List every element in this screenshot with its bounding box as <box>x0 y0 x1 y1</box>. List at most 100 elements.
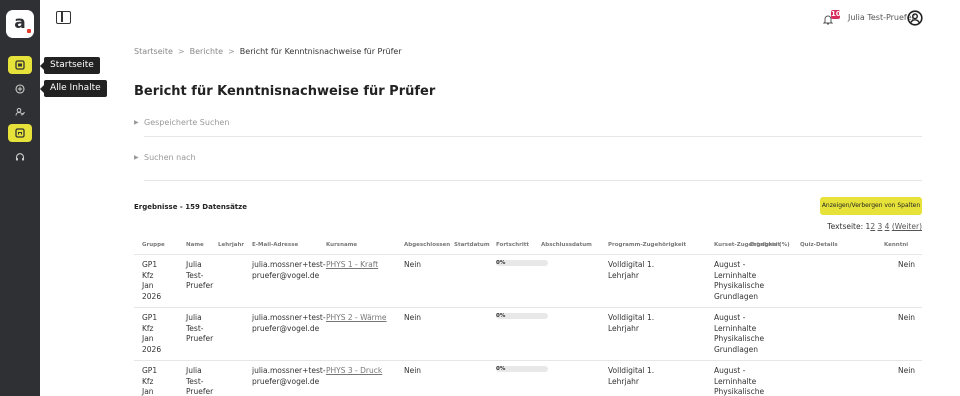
cell-kurset-line: Physikalische <box>714 334 765 343</box>
cell-kurset-line: Lerninhalte <box>714 270 757 280</box>
cell-name-line: Julia <box>186 260 202 269</box>
cell-gruppe-line: Kfz <box>142 323 154 333</box>
cell-programm-line: Lehrjahr <box>608 376 640 386</box>
breadcrumb-home-link[interactable]: Startseite <box>134 47 173 56</box>
column-header-quiz-details[interactable]: Quiz-Details <box>800 242 838 248</box>
sidebar-toggle-icon[interactable] <box>56 11 71 24</box>
cell-gruppe-line: Jan <box>142 387 154 396</box>
pagination-next[interactable]: (Weiter) <box>892 222 922 231</box>
notification-badge: 10 <box>831 10 841 19</box>
user-avatar-icon[interactable] <box>907 10 923 26</box>
nav-home-button[interactable] <box>8 56 32 74</box>
cell-gruppe-line: Kfz <box>142 270 154 280</box>
page-title: Bericht für Kenntnisnachweise für Prüfer <box>134 84 436 99</box>
cell-programm: Volldigital 1. Lehrjahr <box>608 260 654 281</box>
cell-kursname[interactable]: PHYS 2 - Wärme <box>326 313 387 324</box>
cell-kurset-line: August - <box>714 366 746 375</box>
cell-email: julia.mossner+test-pruefer@vogel.de <box>252 366 326 387</box>
cell-kurset-line: Grundlagen <box>714 344 758 354</box>
cell-kenntnis: Nein <box>898 313 916 322</box>
column-header-name[interactable]: Name <box>186 242 204 248</box>
cell-name: Julia Test- Pruefer <box>186 260 213 292</box>
row-divider <box>134 360 922 361</box>
cell-name-line: Test- <box>186 270 204 280</box>
pagination-page-4[interactable]: 4 <box>885 222 890 231</box>
cell-kursname[interactable]: PHYS 1 - Kraft <box>326 260 378 271</box>
app-window: a Startseite Alle Inhalte 10 Julia Test-… <box>0 0 960 396</box>
cell-name-line: Test- <box>186 376 204 386</box>
cell-kursname[interactable]: PHYS 3 - Druck <box>326 366 382 377</box>
users-icon <box>15 108 25 116</box>
toggle-columns-button[interactable]: Anzeigen/Verbergen von Spalten <box>820 197 922 215</box>
column-header-abgeschlossen[interactable]: Abgeschlossen <box>404 242 450 248</box>
saved-searches-toggle[interactable]: Gespeicherte Suchen <box>134 118 229 127</box>
cell-programm: Volldigital 1. Lehrjahr <box>608 313 654 334</box>
cell-gruppe: GP1KfzJan2026 <box>142 366 161 396</box>
nav-help-button[interactable] <box>8 148 32 166</box>
results-count: Ergebnisse - 159 Datensätze <box>134 203 247 211</box>
cell-name: Julia Test- Pruefer <box>186 366 213 396</box>
breadcrumb-separator: > <box>177 47 185 56</box>
cell-name-line: Pruefer <box>186 334 214 343</box>
column-header-lehrjahr[interactable]: Lehrjahr <box>218 242 244 248</box>
nav-all-content-button[interactable] <box>8 80 32 98</box>
column-header-email[interactable]: E-Mail-Adresse <box>252 242 298 248</box>
column-header-abschlussdatum[interactable]: Abschlussdatum <box>541 242 592 248</box>
logo-dot <box>27 29 31 33</box>
cell-gruppe-line: GP1 <box>142 366 158 375</box>
nav-reports-button[interactable] <box>8 124 32 142</box>
progress-label: 0% <box>496 260 506 266</box>
column-header-startdatum[interactable]: Startdatum <box>454 242 490 248</box>
column-header-ergebnis[interactable]: Ergebnis (%) <box>750 242 790 248</box>
user-name[interactable]: Julia Test-Pruefer <box>848 13 915 22</box>
reports-icon <box>15 128 25 138</box>
cell-kurset: August -LerninhaltePhysikalischeGrundlag… <box>714 366 764 396</box>
cell-email-line: pruefer@vogel.de <box>252 376 320 386</box>
cell-email: julia.mossner+test-pruefer@vogel.de <box>252 313 326 334</box>
cell-name-line: Pruefer <box>186 281 214 290</box>
cell-kurset-line: August - <box>714 313 746 322</box>
breadcrumb-separator: > <box>228 47 235 56</box>
cell-gruppe-line: GP1 <box>142 313 158 322</box>
cell-kenntnis: Nein <box>898 260 916 269</box>
divider <box>144 180 922 181</box>
column-header-programm[interactable]: Programm-Zugehörigkeit <box>608 242 686 248</box>
tooltip-all-content: Alle Inhalte <box>40 80 107 97</box>
cell-email-line: julia.mossner+test- <box>252 366 326 375</box>
column-header-fortschritt[interactable]: Fortschritt <box>496 242 529 248</box>
cell-gruppe-line: Jan <box>142 281 154 290</box>
cell-kurset-line: Physikalische <box>714 387 765 396</box>
column-header-kenntnis[interactable]: Kenntni <box>884 242 908 248</box>
cell-kurset-line: Lerninhalte <box>714 323 757 333</box>
cell-gruppe-line: 2026 <box>142 344 162 354</box>
tooltip-home: Startseite <box>40 57 100 74</box>
search-by-toggle[interactable]: Suchen nach <box>134 153 196 162</box>
pagination-page-3[interactable]: 3 <box>877 222 882 231</box>
app-logo[interactable]: a <box>6 10 34 38</box>
pagination-page-2[interactable]: 2 <box>870 222 875 231</box>
left-nav-rail: a <box>0 0 40 396</box>
cell-email-line: pruefer@vogel.de <box>252 270 320 280</box>
cell-kurset-line: Grundlagen <box>714 291 758 301</box>
cell-programm-line: Volldigital 1. <box>608 366 655 375</box>
cell-programm-line: Volldigital 1. <box>608 313 655 322</box>
compass-icon <box>15 84 25 94</box>
logo-letter: a <box>14 13 26 33</box>
progress-label: 0% <box>496 366 506 372</box>
cell-kurset-line: Lerninhalte <box>714 376 757 386</box>
column-header-gruppe[interactable]: Gruppe <box>142 242 165 248</box>
row-divider <box>134 307 922 308</box>
breadcrumb-current: Bericht für Kenntnisnachweise für Prüfer <box>239 47 402 56</box>
cell-kurset-line: August - <box>714 260 746 269</box>
divider <box>144 136 922 137</box>
cell-kurset: August -LerninhaltePhysikalischeGrundlag… <box>714 313 764 355</box>
cell-abgeschlossen: Nein <box>404 366 422 375</box>
breadcrumb-reports-link[interactable]: Berichte <box>190 47 223 56</box>
cell-email-line: julia.mossner+test- <box>252 313 326 322</box>
nav-users-button[interactable] <box>8 103 32 121</box>
column-header-kursname[interactable]: Kursname <box>326 242 357 248</box>
cell-name: Julia Test- Pruefer <box>186 313 213 345</box>
breadcrumb: Startseite > Berichte > Bericht für Kenntnis… <box>134 47 402 56</box>
cell-gruppe-line: Jan <box>142 334 154 343</box>
cell-gruppe-line: GP1 <box>142 260 158 269</box>
